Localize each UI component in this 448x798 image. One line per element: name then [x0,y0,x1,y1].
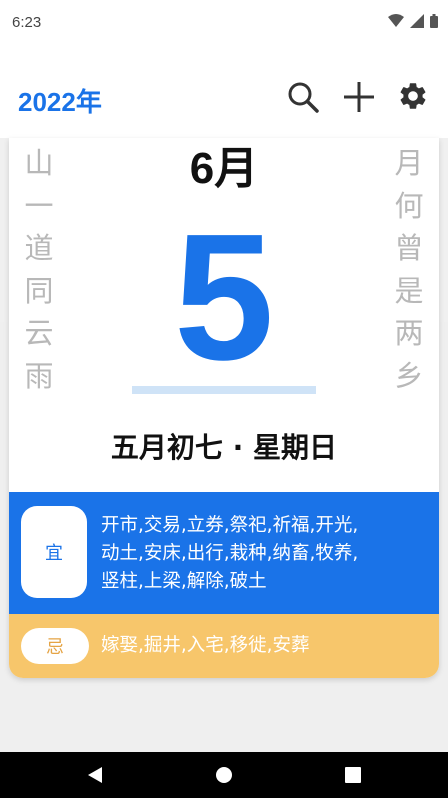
year-title[interactable]: 2022年 [18,82,102,119]
couplet-char: 月 [394,146,424,180]
app-bar: 2022年 [0,46,448,138]
battery-icon [430,14,438,28]
add-icon[interactable] [342,80,376,114]
lunar-date: 五月初七 · 星期日 [110,431,338,464]
yi-line: 开市,交易,立券,祭祀,祈福,开光, [101,515,359,536]
status-bar: 6:23 [0,0,448,46]
day-number: 5 [173,197,275,398]
status-icons [388,14,438,28]
yi-line: 竖柱,上梁,解除,破土 [101,571,267,592]
back-icon[interactable] [84,764,106,786]
signal-icon [410,14,424,28]
nav-bar [0,752,448,798]
yi-text: 开市,交易,立券,祭祀,祈福,开光, 动土,安床,出行,栽种,纳畜,牧养, 竖柱… [101,512,431,596]
home-icon[interactable] [213,764,235,786]
recents-icon[interactable] [342,764,364,786]
ji-badge: 忌 [21,628,89,664]
yi-badge: 宜 [21,506,87,598]
yi-line: 动土,安床,出行,栽种,纳畜,牧养, [101,543,359,564]
search-icon[interactable] [286,80,320,114]
ji-text: 嫁娶,掘井,入宅,移徙,安葬 [101,635,310,656]
couplet-char: 山 [24,146,54,180]
calendar-card: 6月 山 一 道 同 云 雨 月 何 曾 是 两 乡 5 五月初七 · 星期日 … [9,138,439,678]
status-time: 6:23 [12,14,42,31]
gear-icon[interactable] [397,80,429,112]
wifi-icon [388,14,404,27]
month-label: 6月 [189,144,259,193]
ji-section: 忌 嫁娶,掘井,入宅,移徙,安葬 [9,614,439,678]
yi-section: 宜 开市,交易,立券,祭祀,祈福,开光, 动土,安床,出行,栽种,纳畜,牧养, … [9,492,439,614]
